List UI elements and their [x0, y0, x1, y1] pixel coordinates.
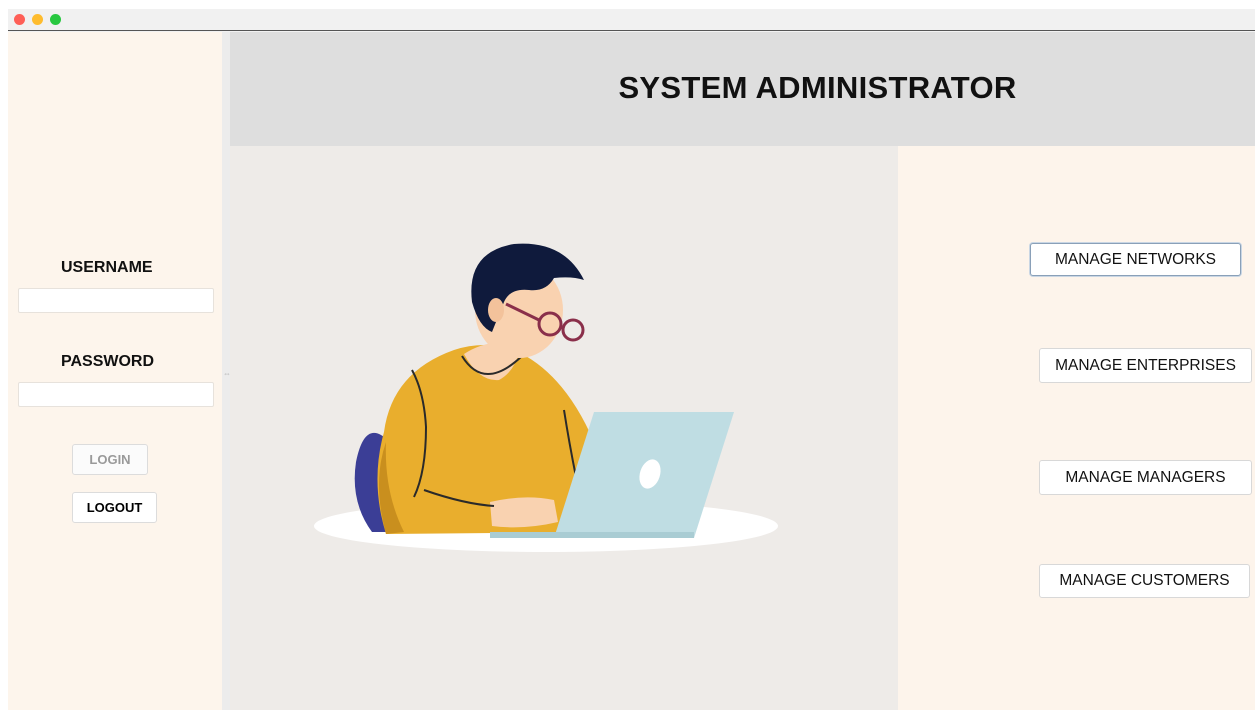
person-at-laptop-illustration	[314, 243, 778, 552]
manage-networks-button[interactable]: MANAGE NETWORKS	[1030, 243, 1241, 276]
app-window: USERNAME PASSWORD LOGIN LOGOUT ⇔ SYSTEM …	[8, 9, 1255, 710]
manage-customers-button[interactable]: MANAGE CUSTOMERS	[1039, 564, 1250, 598]
manage-managers-button[interactable]: MANAGE MANAGERS	[1039, 460, 1252, 495]
logout-button[interactable]: LOGOUT	[72, 492, 157, 523]
header-bar: SYSTEM ADMINISTRATOR	[230, 32, 1255, 146]
minimize-window-icon[interactable]	[32, 14, 43, 25]
window-titlebar	[8, 9, 1255, 31]
maximize-window-icon[interactable]	[50, 14, 61, 25]
login-panel: USERNAME PASSWORD LOGIN LOGOUT	[8, 32, 222, 710]
username-input[interactable]	[18, 288, 214, 313]
page-title: SYSTEM ADMINISTRATOR	[618, 70, 1017, 105]
password-label: PASSWORD	[61, 353, 155, 370]
username-label: USERNAME	[61, 259, 153, 276]
close-window-icon[interactable]	[14, 14, 25, 25]
admin-menu-panel: MANAGE NETWORKS MANAGE ENTERPRISES MANAG…	[898, 146, 1255, 710]
manage-enterprises-button[interactable]: MANAGE ENTERPRISES	[1039, 348, 1252, 383]
password-input[interactable]	[18, 382, 214, 407]
login-button[interactable]: LOGIN	[72, 444, 148, 475]
illustration-panel	[230, 146, 898, 710]
